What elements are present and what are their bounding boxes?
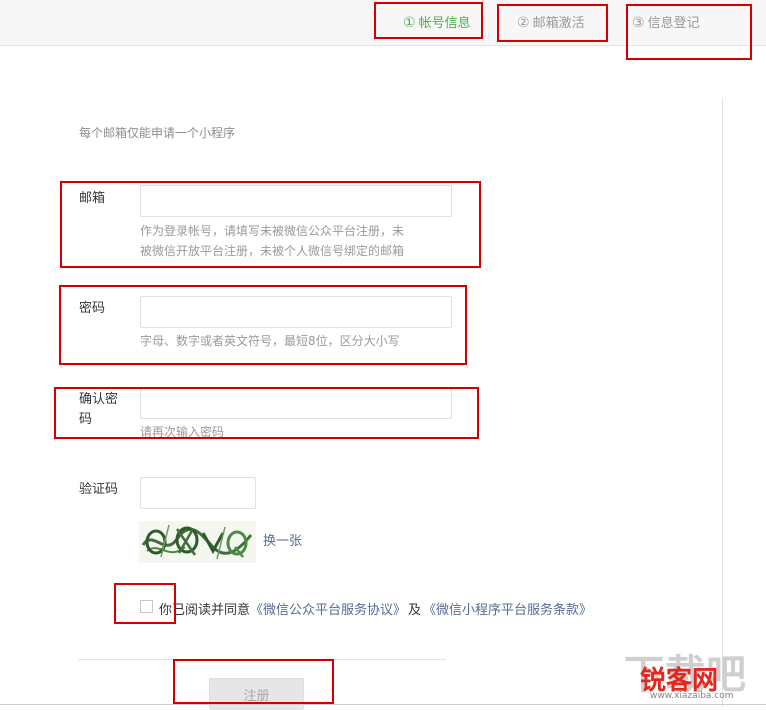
- agreement-prefix: 你已阅读并同意: [159, 603, 251, 618]
- step-email-activation: ② 邮箱激活: [517, 12, 585, 31]
- password-field[interactable]: [140, 296, 452, 328]
- email-tip-line-1: 作为登录帐号，请填写未被微信公众平台注册，未: [140, 224, 405, 238]
- password-tip: 字母、数字或者英文符号，最短8位，区分大小写: [140, 334, 400, 348]
- captcha-field[interactable]: [140, 477, 256, 509]
- step-info-registration: ③ 信息登记: [632, 12, 700, 31]
- confirm-password-label-line-2: 码: [79, 412, 93, 427]
- email-field[interactable]: [140, 185, 452, 217]
- agreement-and: 及: [408, 603, 422, 618]
- captcha-label: 验证码: [79, 482, 119, 497]
- public-platform-agreement-link[interactable]: 《微信公众平台服务协议》: [250, 603, 406, 618]
- password-label: 密码: [79, 301, 106, 316]
- confirm-password-label-line-1: 确认密: [79, 392, 119, 407]
- agree-checkbox[interactable]: [140, 600, 153, 613]
- register-button[interactable]: 注册: [209, 678, 304, 710]
- step-account-info: ① 帐号信息: [403, 12, 471, 31]
- confirm-password-tip: 请再次输入密码: [140, 425, 225, 439]
- watermark-url: www.xiazaiba.com: [650, 691, 734, 701]
- email-tip-line-2: 被微信开放平台注册，未被个人微信号绑定的邮箱: [140, 244, 405, 258]
- email-label: 邮箱: [79, 191, 106, 206]
- steps-bar: ① 帐号信息 ② 邮箱激活 ③ 信息登记: [0, 0, 766, 46]
- step-3-number: ③: [632, 15, 645, 31]
- step-1-label: 帐号信息: [418, 16, 471, 31]
- mini-program-terms-link[interactable]: 《微信小程序平台服务条款》: [423, 603, 592, 618]
- step-3-label: 信息登记: [647, 16, 700, 31]
- confirm-password-field[interactable]: [140, 387, 452, 419]
- step-2-label: 邮箱激活: [532, 16, 585, 31]
- agreement-text: 你已阅读并同意《微信公众平台服务协议》及《微信小程序平台服务条款》: [159, 599, 592, 618]
- form-divider: [78, 659, 446, 660]
- step-1-number: ①: [403, 15, 416, 31]
- captcha-image[interactable]: [139, 521, 256, 563]
- bottom-border: [0, 704, 766, 705]
- intro-text: 每个邮箱仅能申请一个小程序: [79, 126, 236, 140]
- refresh-captcha-link[interactable]: 换一张: [263, 530, 302, 549]
- right-divider: [722, 98, 723, 707]
- step-2-number: ②: [517, 15, 530, 31]
- captcha-glyphs: [141, 524, 253, 560]
